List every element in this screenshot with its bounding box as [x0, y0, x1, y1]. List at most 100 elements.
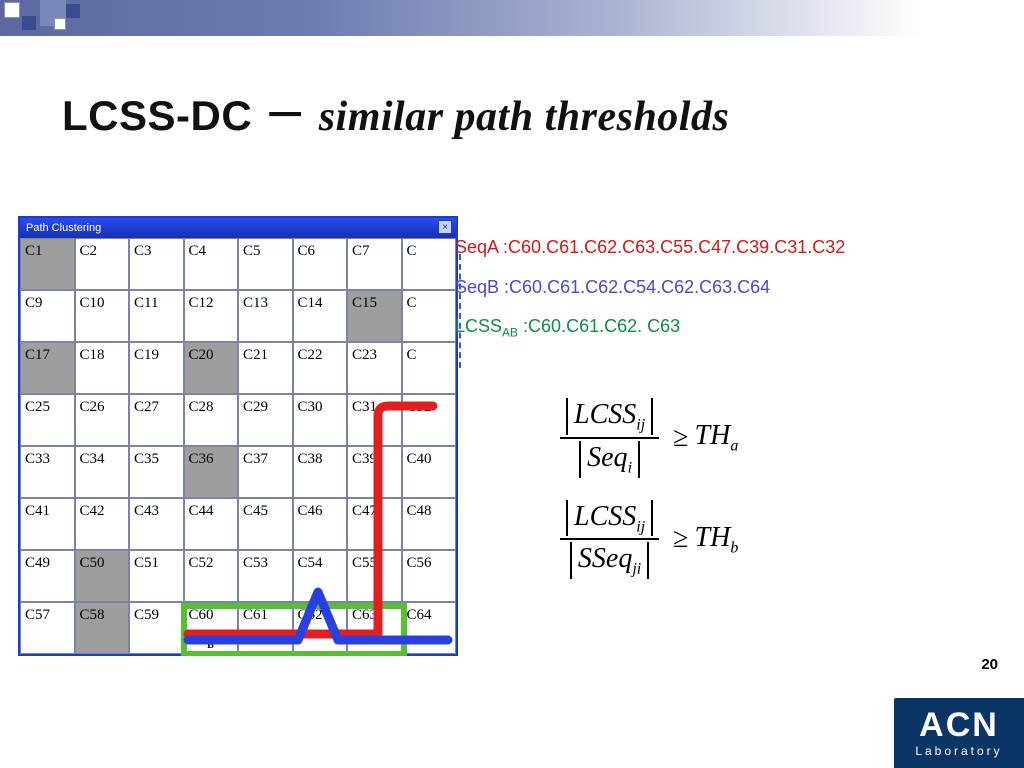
grid-cell: C53 — [238, 550, 293, 602]
grid-cell: C — [402, 342, 457, 394]
corner-squares — [0, 0, 90, 50]
grid-cell: C31 — [347, 394, 402, 446]
grid-cell: C50 — [75, 550, 130, 602]
formula-den2: SSeq — [578, 543, 632, 574]
grid-cell: C38 — [293, 446, 348, 498]
grid-cell: C10 — [75, 290, 130, 342]
grid-cell: C41 — [20, 498, 75, 550]
acn-logo: ACN Laboratory — [894, 698, 1024, 768]
formula-rhs1: THa — [695, 420, 739, 456]
grid-cell: C — [402, 290, 457, 342]
grid-cell: C51 — [129, 550, 184, 602]
grid-cell: C6 — [293, 238, 348, 290]
grid-cell: C63 — [347, 602, 402, 654]
seq-b-value: C60.C61.C62.C54.C62.C63.C64 — [509, 277, 770, 297]
grid-cell: C49 — [20, 550, 75, 602]
grid-cell: C11 — [129, 290, 184, 342]
fraction-1: LCSSij Seqi — [560, 396, 659, 480]
formula-num2-sub: ij — [636, 518, 645, 535]
grid-cell: C7 — [347, 238, 402, 290]
formula-rhs1-sub: a — [730, 438, 738, 455]
seq-a-line: SeqA :C60.C61.C62.C63.C55.C47.C39.C31.C3… — [455, 228, 845, 268]
grid-cell: C12 — [184, 290, 239, 342]
logo-big: ACN — [919, 708, 999, 742]
formula-row-1: LCSSij Seqi ≥ THa — [560, 396, 738, 480]
grid-cell: C14 — [293, 290, 348, 342]
path-start-markers: A B — [207, 631, 214, 651]
formula-num1: LCSS — [574, 399, 636, 430]
grid-cell: C61 — [238, 602, 293, 654]
grid-cell: C18 — [75, 342, 130, 394]
formula-den1-sub: i — [628, 459, 632, 476]
grid-cell: C1 — [20, 238, 75, 290]
grid-cell: C — [402, 238, 457, 290]
grid-cell: C64 — [402, 602, 457, 654]
grid-cell: C47 — [347, 498, 402, 550]
grid-cell: C30 — [293, 394, 348, 446]
grid-cell: C23 — [347, 342, 402, 394]
grid-cell: C60A B — [184, 602, 239, 654]
page-title: LCSS-DC－similar path thresholds — [62, 82, 729, 143]
grid-panel: Path Clustering × C1C2C3C4C5C6C7CC9C10C1… — [18, 216, 458, 656]
grid-cell: C56 — [402, 550, 457, 602]
grid-cell: C58 — [75, 602, 130, 654]
grid-cell: C21 — [238, 342, 293, 394]
grid-cell: C44 — [184, 498, 239, 550]
grid-cell: C43 — [129, 498, 184, 550]
seq-b-line: SeqB :C60.C61.C62.C54.C62.C63.C64 — [455, 268, 845, 308]
lcss-line: LCSSAB :C60.C61.C62. C63 — [455, 307, 845, 347]
formula-rhs1-txt: TH — [695, 420, 731, 451]
fraction-2: LCSSij SSeqji — [560, 498, 659, 582]
grid-cell: C40 — [402, 446, 457, 498]
grid-cell: C35 — [129, 446, 184, 498]
formula-block: LCSSij Seqi ≥ THa LCSSij SSeqji ≥ THb — [560, 396, 738, 599]
grid-cell: C34 — [75, 446, 130, 498]
grid-cell: C36 — [184, 446, 239, 498]
title-main: LCSS-DC — [62, 92, 252, 139]
grid-cell: C17 — [20, 342, 75, 394]
page-number: 20 — [981, 656, 998, 673]
grid-cell: C45 — [238, 498, 293, 550]
lcss-sub: AB — [502, 326, 518, 340]
grid-cell: C3 — [129, 238, 184, 290]
lcss-value: :C60.C61.C62. C63 — [518, 316, 680, 336]
grid-cell: C26 — [75, 394, 130, 446]
geq-symbol-1: ≥ — [673, 422, 688, 454]
lcss-label: LCSS — [455, 316, 502, 336]
formula-den1: Seq — [587, 442, 627, 473]
grid-cell: C42 — [75, 498, 130, 550]
formula-row-2: LCSSij SSeqji ≥ THb — [560, 498, 738, 582]
grid-cell: C25 — [20, 394, 75, 446]
panel-titlebar: Path Clustering × — [20, 218, 456, 238]
grid-cell: C4 — [184, 238, 239, 290]
panel-title: Path Clustering — [26, 222, 101, 234]
formula-den2-sub: ji — [632, 561, 641, 578]
grid-cell: C59 — [129, 602, 184, 654]
sequence-text-block: SeqA :C60.C61.C62.C63.C55.C47.C39.C31.C3… — [455, 228, 845, 347]
grid-cell: C27 — [129, 394, 184, 446]
formula-rhs2-txt: TH — [695, 522, 731, 553]
grid-cell: C29 — [238, 394, 293, 446]
grid-cell: C52 — [184, 550, 239, 602]
grid-cell: C9 — [20, 290, 75, 342]
close-icon[interactable]: × — [438, 220, 452, 234]
top-decoration-bar — [0, 0, 1024, 36]
formula-rhs2: THb — [695, 522, 739, 558]
grid-cell: C39 — [347, 446, 402, 498]
grid-cell: C57 — [20, 602, 75, 654]
grid-cell: C32 — [402, 394, 457, 446]
grid-cell: C48 — [402, 498, 457, 550]
grid-cell: C19 — [129, 342, 184, 394]
grid-cell: C46 — [293, 498, 348, 550]
seq-a-label: SeqA : — [455, 237, 508, 257]
formula-num2: LCSS — [574, 501, 636, 532]
grid-cell: C20 — [184, 342, 239, 394]
logo-small: Laboratory — [915, 744, 1002, 758]
formula-rhs2-sub: b — [730, 539, 738, 556]
grid-cell: C37 — [238, 446, 293, 498]
title-dash: － — [264, 94, 307, 140]
formula-num1-sub: ij — [636, 417, 645, 434]
cell-grid: C1C2C3C4C5C6C7CC9C10C11C12C13C14C15CC17C… — [20, 238, 456, 654]
grid-cell: C28 — [184, 394, 239, 446]
grid-cell: C5 — [238, 238, 293, 290]
